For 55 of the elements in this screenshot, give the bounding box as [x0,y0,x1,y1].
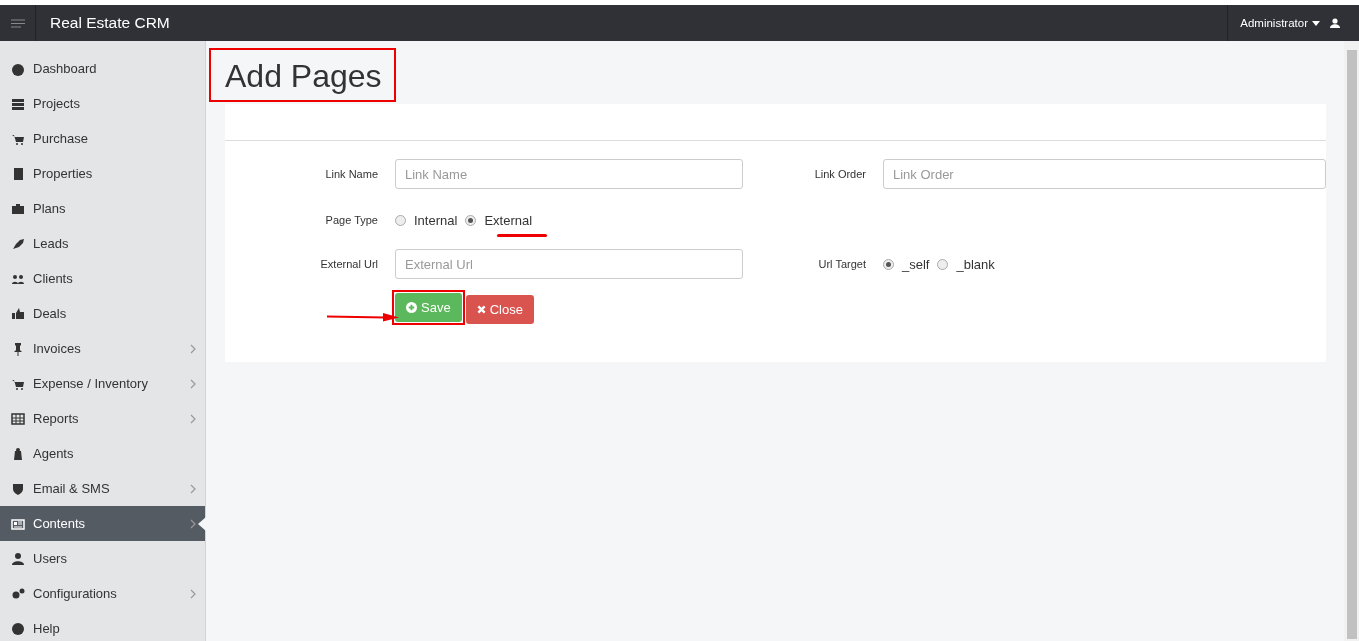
radio-button[interactable] [883,258,894,270]
input-field[interactable]: Link Name [395,159,743,189]
sidebar-item[interactable]: Contents [0,506,205,541]
radio-button[interactable] [395,214,406,226]
radio-option[interactable]: Internal [395,212,458,228]
radio-option[interactable]: _blank [937,256,995,272]
menu-item-icon [11,516,25,531]
field-label: Link Name [324,167,379,182]
caret-down-icon [1312,20,1320,26]
menu-item-icon [11,96,25,111]
field-label: Link Order [813,167,867,182]
plus-circle-icon [406,302,417,313]
menu-item-icon [11,306,25,321]
sidebar-item[interactable]: Purchase [0,121,205,156]
field-label: External Url [319,257,379,272]
input-field[interactable]: Link Order [883,159,1326,189]
radio-option[interactable]: _self [883,256,930,272]
sidebar-item[interactable]: Agents [0,436,205,471]
menu-item-icon [11,61,25,76]
radio-button[interactable] [937,258,949,270]
menu-item-icon [11,481,25,496]
sidebar-item[interactable]: Leads [0,226,205,261]
sidebar-item[interactable]: Properties [0,156,205,191]
sidebar-item[interactable]: Plans [0,191,205,226]
page-title: Add Pages [225,57,382,96]
menu-item-icon [11,586,25,601]
close-button[interactable]: Close [465,295,534,324]
sidebar-item[interactable]: Reports [0,401,205,436]
underline-mark [497,234,547,237]
app-title: Real Estate CRM [49,14,171,32]
sidebar-item[interactable]: Dashboard [0,51,205,86]
field-label: Page Type [324,213,379,228]
menu-item-icon [11,201,25,216]
sidebar-item[interactable]: Email & SMS [0,471,205,506]
sidebar-item[interactable]: Invoices [0,331,205,366]
close-icon [476,305,486,314]
radio-button[interactable] [465,214,477,226]
input-field[interactable]: External Url [395,249,743,279]
menu-item-icon [11,621,25,636]
menu-item-icon [11,446,25,461]
sidebar-item[interactable]: Deals [0,296,205,331]
scrollbar[interactable] [1344,41,1359,641]
sidebar-item[interactable]: Configurations [0,576,205,611]
sidebar-item[interactable]: Projects [0,86,205,121]
menu-item-icon [11,236,25,251]
menu-item-icon [11,166,25,181]
sidebar-item[interactable]: Clients [0,261,205,296]
user-icon [1330,18,1340,28]
sidebar-item[interactable]: Expense / Inventory [0,366,205,401]
sidebar-item[interactable]: Users [0,541,205,576]
menu-item-icon [11,411,25,426]
field-label: Url Target [817,257,867,272]
radio-option[interactable]: External [465,212,533,228]
sidebar-item[interactable]: Help [0,611,205,641]
menu-item-icon [11,551,25,566]
